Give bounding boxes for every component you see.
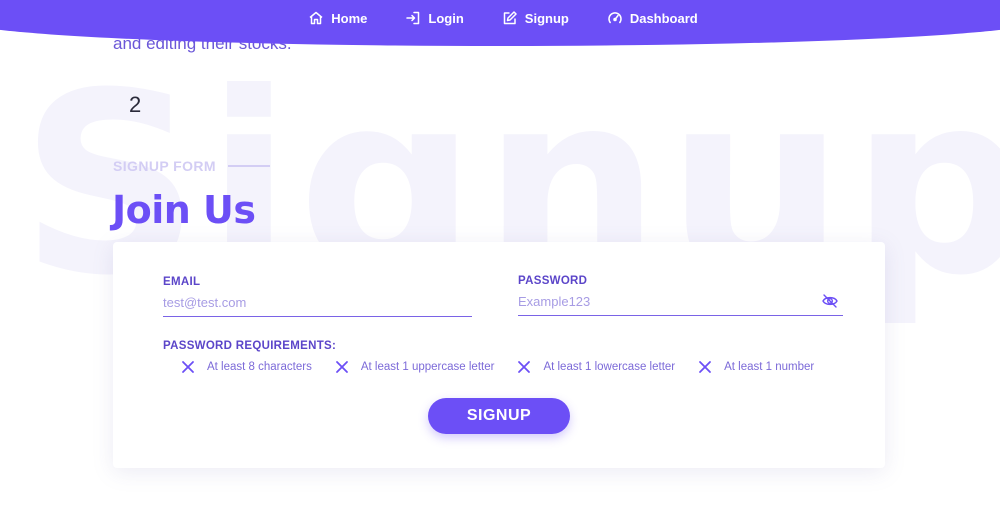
email-field-group: EMAIL — [163, 276, 472, 317]
nav-item-label: Home — [331, 10, 368, 26]
nav-item-label: Signup — [524, 10, 569, 26]
password-field-group: PASSWORD — [518, 275, 843, 316]
nav-item-label: Dashboard — [629, 10, 698, 26]
page-title: Join Us — [112, 188, 256, 232]
step-number: 2 — [129, 92, 142, 117]
nav-item-home[interactable]: Home — [308, 8, 367, 28]
password-requirements-title: PASSWORD REQUIREMENTS: — [163, 340, 337, 352]
login-icon — [406, 11, 420, 25]
requirement-text: At least 1 uppercase letter — [360, 361, 495, 373]
requirement-text: At least 8 characters — [207, 361, 312, 373]
email-field[interactable] — [163, 291, 472, 317]
speedometer-icon — [608, 12, 622, 24]
close-icon — [182, 361, 194, 373]
nav-item-label: Login — [428, 10, 464, 26]
requirement-item: At least 1 lowercase letter — [517, 360, 675, 374]
nav-item-dashboard[interactable]: Dashboard — [607, 8, 698, 28]
nav-item-login[interactable]: Login — [405, 8, 464, 28]
signup-button[interactable]: SIGNUP — [428, 398, 570, 434]
requirement-item: At least 8 characters — [181, 360, 312, 374]
section-label: SIGNUP FORM — [113, 158, 270, 174]
close-icon — [699, 361, 712, 373]
eye-icon[interactable] — [821, 292, 839, 310]
signup-page: Signup Home Login Signup Dashboard and e… — [0, 0, 1000, 518]
password-requirements-list: At least 8 characters At least 1 upperca… — [181, 360, 837, 374]
email-label: EMAIL — [163, 276, 201, 288]
main-nav: Home Login Signup Dashboard — [0, 8, 1000, 28]
requirement-item: At least 1 number — [698, 360, 814, 374]
password-label: PASSWORD — [518, 275, 588, 287]
home-icon — [309, 11, 323, 25]
section-label-text: SIGNUP FORM — [113, 158, 216, 174]
close-icon — [335, 361, 348, 373]
section-label-divider — [227, 165, 270, 167]
signup-form: EMAIL PASSWORD PASSWORD REQUIREMENTS: At… — [113, 242, 885, 468]
nav-item-signup[interactable]: Signup — [502, 8, 569, 28]
requirement-item: At least 1 uppercase letter — [335, 360, 495, 374]
requirement-text: At least 1 number — [724, 361, 815, 373]
password-field[interactable] — [518, 290, 843, 316]
close-icon — [518, 361, 531, 373]
requirement-text: At least 1 lowercase letter — [543, 361, 676, 373]
edit-icon — [503, 11, 517, 25]
